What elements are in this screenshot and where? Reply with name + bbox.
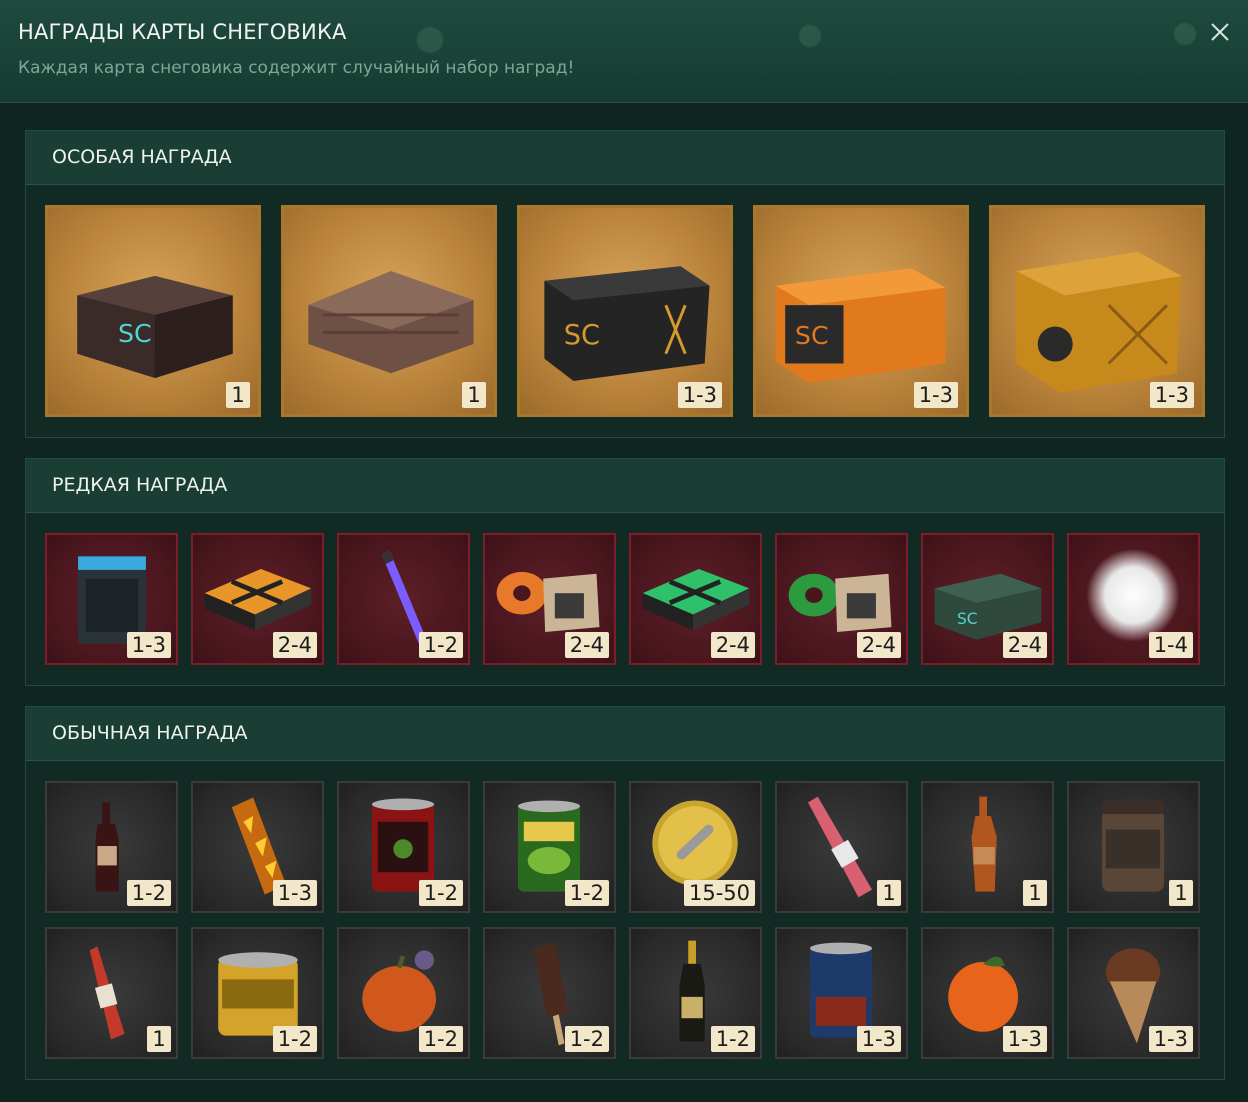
quantity-badge: 1-4 bbox=[1148, 632, 1193, 658]
reward-tile[interactable]: 1-2 bbox=[337, 533, 470, 665]
reward-tile[interactable]: 1-2 bbox=[45, 781, 178, 913]
quantity-badge: 2-4 bbox=[1002, 632, 1047, 658]
reward-tile[interactable]: 1-2 bbox=[483, 781, 616, 913]
reward-tile[interactable]: 2-4 bbox=[191, 533, 324, 665]
special-reward-header: ОСОБАЯ НАГРАДА bbox=[26, 131, 1224, 185]
reward-tile[interactable]: SC 2-4 bbox=[921, 533, 1054, 665]
reward-tile[interactable]: 1 bbox=[45, 927, 178, 1059]
quantity-badge: 1-2 bbox=[564, 1026, 609, 1052]
quantity-badge: 2-4 bbox=[564, 632, 609, 658]
quantity-badge: 15-50 bbox=[683, 880, 755, 906]
svg-text:SC: SC bbox=[957, 610, 978, 628]
quantity-badge: 1-2 bbox=[418, 632, 463, 658]
quantity-badge: 1-2 bbox=[126, 880, 171, 906]
reward-tile[interactable]: SC 1-3 bbox=[517, 205, 733, 417]
quantity-badge: 1-2 bbox=[272, 1026, 317, 1052]
quantity-badge: 1 bbox=[462, 382, 486, 408]
section-title: ОСОБАЯ НАГРАДА bbox=[52, 146, 232, 168]
quantity-badge: 1 bbox=[226, 382, 250, 408]
reward-tile[interactable]: SC 1-3 bbox=[753, 205, 969, 417]
quantity-badge: 2-4 bbox=[710, 632, 755, 658]
close-icon[interactable] bbox=[1208, 20, 1232, 44]
modal-title: НАГРАДЫ КАРТЫ СНЕГОВИКА bbox=[18, 20, 347, 44]
modal-header: НАГРАДЫ КАРТЫ СНЕГОВИКА Каждая карта сне… bbox=[0, 0, 1248, 103]
quantity-badge: 1 bbox=[1023, 880, 1047, 906]
quantity-badge: 1-2 bbox=[710, 1026, 755, 1052]
reward-tile[interactable]: 1 bbox=[775, 781, 908, 913]
reward-tile[interactable]: 1-3 bbox=[1067, 927, 1200, 1059]
reward-tile[interactable]: 1-4 bbox=[1067, 533, 1200, 665]
quantity-badge: 1-3 bbox=[856, 1026, 901, 1052]
common-reward-header: ОБЫЧНАЯ НАГРАДА bbox=[26, 707, 1224, 761]
quantity-badge: 1-3 bbox=[1149, 382, 1194, 408]
reward-tile[interactable]: 1-2 bbox=[337, 781, 470, 913]
quantity-badge: 1-2 bbox=[418, 880, 463, 906]
reward-tile[interactable]: 2-4 bbox=[775, 533, 908, 665]
quantity-badge: 1-3 bbox=[1002, 1026, 1047, 1052]
reward-tile[interactable]: 1-3 bbox=[989, 205, 1205, 417]
quantity-badge: 1 bbox=[877, 880, 901, 906]
quantity-badge: 1-3 bbox=[677, 382, 722, 408]
reward-tile[interactable]: 1-2 bbox=[483, 927, 616, 1059]
reward-tile[interactable]: 1 bbox=[281, 205, 497, 417]
reward-tile[interactable]: SC 1 bbox=[45, 205, 261, 417]
svg-text:SC: SC bbox=[118, 319, 152, 348]
svg-text:SC: SC bbox=[564, 320, 600, 351]
section-title: ОБЫЧНАЯ НАГРАДА bbox=[52, 722, 248, 744]
common-reward-section: ОБЫЧНАЯ НАГРАДА 1-2 1-3 1-2 1-2 15-50 1 … bbox=[25, 706, 1225, 1080]
reward-tile[interactable]: 1-3 bbox=[775, 927, 908, 1059]
reward-tile[interactable]: 1-3 bbox=[191, 781, 324, 913]
quantity-badge: 1-3 bbox=[272, 880, 317, 906]
reward-tile[interactable]: 1-3 bbox=[45, 533, 178, 665]
section-title: РЕДКАЯ НАГРАДА bbox=[52, 474, 228, 496]
reward-tile[interactable]: 1 bbox=[1067, 781, 1200, 913]
rare-reward-section: РЕДКАЯ НАГРАДА 1-3 2-4 1-2 2-4 2-4 2-4 S… bbox=[25, 458, 1225, 686]
reward-tile[interactable]: 1-2 bbox=[191, 927, 324, 1059]
modal-subtitle: Каждая карта снеговика содержит случайны… bbox=[18, 58, 575, 78]
rare-reward-header: РЕДКАЯ НАГРАДА bbox=[26, 459, 1224, 513]
quantity-badge: 1-2 bbox=[418, 1026, 463, 1052]
reward-tile[interactable]: 1 bbox=[921, 781, 1054, 913]
reward-tile[interactable]: 15-50 bbox=[629, 781, 762, 913]
quantity-badge: 1-2 bbox=[564, 880, 609, 906]
quantity-badge: 1 bbox=[1169, 880, 1193, 906]
reward-tile[interactable]: 2-4 bbox=[483, 533, 616, 665]
quantity-badge: 1-3 bbox=[126, 632, 171, 658]
reward-tile[interactable]: 1-2 bbox=[629, 927, 762, 1059]
quantity-badge: 2-4 bbox=[856, 632, 901, 658]
quantity-badge: 1 bbox=[147, 1026, 171, 1052]
svg-text:SC: SC bbox=[795, 321, 829, 350]
reward-tile[interactable]: 1-2 bbox=[337, 927, 470, 1059]
reward-tile[interactable]: 2-4 bbox=[629, 533, 762, 665]
quantity-badge: 2-4 bbox=[272, 632, 317, 658]
quantity-badge: 1-3 bbox=[1148, 1026, 1193, 1052]
quantity-badge: 1-3 bbox=[913, 382, 958, 408]
reward-tile[interactable]: 1-3 bbox=[921, 927, 1054, 1059]
special-reward-section: ОСОБАЯ НАГРАДА SC 1 1 SC 1-3 SC 1-3 1-3 bbox=[25, 130, 1225, 438]
